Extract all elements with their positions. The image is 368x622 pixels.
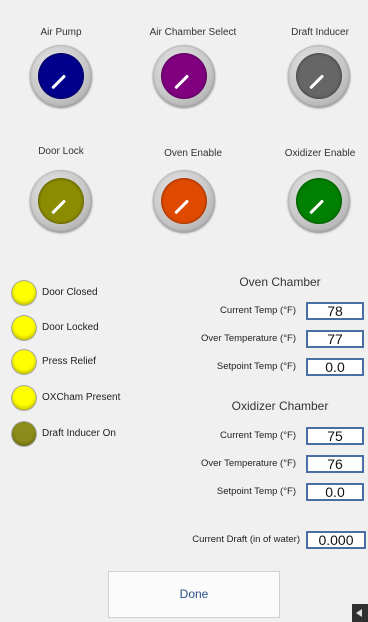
air-pump-knob[interactable]: [30, 45, 92, 107]
oxidizer-current-temp-label: Current Temp (°F): [220, 430, 296, 441]
oxidizer-over-temp-value: 76: [306, 455, 364, 473]
oxidizer-chamber-title: Oxidizer Chamber: [231, 399, 329, 413]
door-closed-label: Door Closed: [42, 287, 98, 298]
draft-inducer-on-led-icon: [12, 422, 36, 446]
knob-pointer-icon: [174, 199, 190, 215]
oven-setpoint-temp-input[interactable]: 0.0: [306, 358, 364, 376]
done-button[interactable]: Done: [108, 571, 280, 618]
knob-pointer-icon: [51, 199, 67, 215]
oxidizer-current-temp-value: 75: [306, 427, 364, 445]
current-draft-label: Current Draft (in of water): [192, 534, 300, 545]
door-locked-led-icon: [12, 316, 36, 340]
oven-current-temp-value: 78: [306, 302, 364, 320]
press-relief-label: Press Relief: [42, 356, 96, 367]
draft-inducer-label: Draft Inducer: [291, 27, 349, 38]
oven-setpoint-temp-label: Setpoint Temp (°F): [216, 361, 296, 372]
knob-pointer-icon: [309, 74, 325, 90]
oven-enable-label: Oven Enable: [164, 148, 222, 159]
oven-enable-knob[interactable]: [153, 170, 215, 232]
back-arrow-icon[interactable]: [352, 604, 368, 622]
air-chamber-select-label: Air Chamber Select: [149, 27, 237, 38]
draft-inducer-knob-face: [296, 53, 342, 99]
door-lock-label: Door Lock: [38, 146, 84, 157]
air-pump-knob-face: [38, 53, 84, 99]
door-locked-label: Door Locked: [42, 322, 99, 333]
oxidizer-setpoint-temp-input[interactable]: 0.0: [306, 483, 364, 501]
oxidizer-enable-knob-face: [296, 178, 342, 224]
knob-pointer-icon: [309, 199, 325, 215]
air-pump-label: Air Pump: [40, 27, 82, 38]
draft-inducer-on-label: Draft Inducer On: [42, 428, 116, 439]
door-lock-knob[interactable]: [30, 170, 92, 232]
oxcham-present-label: OXCham Present: [42, 392, 121, 403]
oxidizer-over-temp-label: Over Temperature (°F): [201, 458, 296, 469]
door-closed-led-icon: [12, 281, 36, 305]
press-relief-led-icon: [12, 350, 36, 374]
knob-pointer-icon: [174, 74, 190, 90]
oven-chamber-title: Oven Chamber: [239, 275, 321, 289]
door-lock-knob-face: [38, 178, 84, 224]
current-draft-value: 0.000: [306, 531, 366, 549]
air-chamber-select-knob-face: [161, 53, 207, 99]
air-chamber-select-knob[interactable]: [153, 45, 215, 107]
control-panel: Air Pump Air Chamber Select Draft Induce…: [0, 0, 368, 622]
draft-inducer-knob[interactable]: [288, 45, 350, 107]
oven-over-temp-value: 77: [306, 330, 364, 348]
oxidizer-enable-knob[interactable]: [288, 170, 350, 232]
oven-enable-knob-face: [161, 178, 207, 224]
oxidizer-enable-label: Oxidizer Enable: [284, 148, 356, 159]
oxcham-present-led-icon: [12, 386, 36, 410]
oven-current-temp-label: Current Temp (°F): [220, 305, 296, 316]
oxidizer-setpoint-temp-label: Setpoint Temp (°F): [216, 486, 296, 497]
oven-over-temp-label: Over Temperature (°F): [201, 333, 296, 344]
knob-pointer-icon: [51, 74, 67, 90]
